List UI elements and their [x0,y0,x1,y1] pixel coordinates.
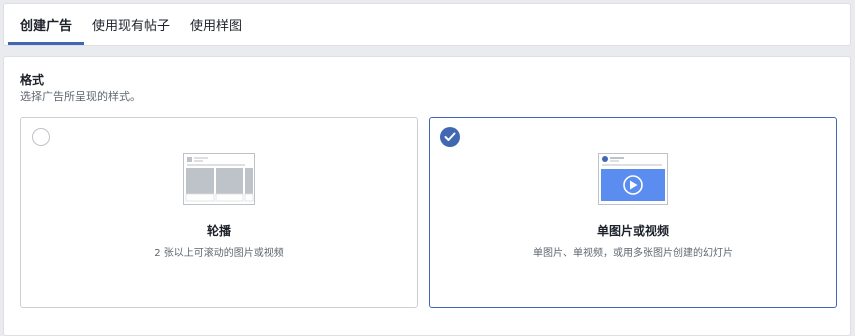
format-title: 格式 [20,73,45,87]
format-subtitle: 选择广告所呈现的样式。 [20,90,141,103]
single-image-video-option-description: 单图片、单视频，或用多张图片创建的幻灯片 [533,248,733,259]
carousel-option-description: 2 张以上可滚动的图片或视频 [154,248,284,259]
tab-create-ad[interactable]: 创建广告 [8,4,84,45]
tab-use-mockup[interactable]: 使用样图 [182,4,250,45]
radio-checked-icon[interactable] [440,127,460,147]
tab-use-mockup-label: 使用样图 [189,19,242,34]
tab-create-ad-label: 创建广告 [19,19,72,34]
radio-unchecked-icon[interactable] [32,128,50,146]
active-tab-indicator [8,42,84,45]
tab-use-existing-post-label: 使用现有帖子 [91,19,170,34]
tab-use-existing-post[interactable]: 使用现有帖子 [88,4,174,45]
ad-creation-tabs: 创建广告 使用现有帖子 使用样图 [3,3,851,46]
single-image-video-option-title: 单图片或视频 [596,224,669,238]
carousel-option-title: 轮播 [206,224,231,238]
format-option-carousel[interactable]: 轮播 2 张以上可滚动的图片或视频 [20,117,418,308]
format-option-single-image-video[interactable]: 单图片或视频 单图片、单视频，或用多张图片创建的幻灯片 [429,117,837,308]
format-panel: 格式 选择广告所呈现的样式。 轮播 2 张以上可滚动的图片或视频 单图片或视频 … [3,56,851,336]
carousel-icon [183,153,255,209]
single-image-video-icon [598,153,668,209]
